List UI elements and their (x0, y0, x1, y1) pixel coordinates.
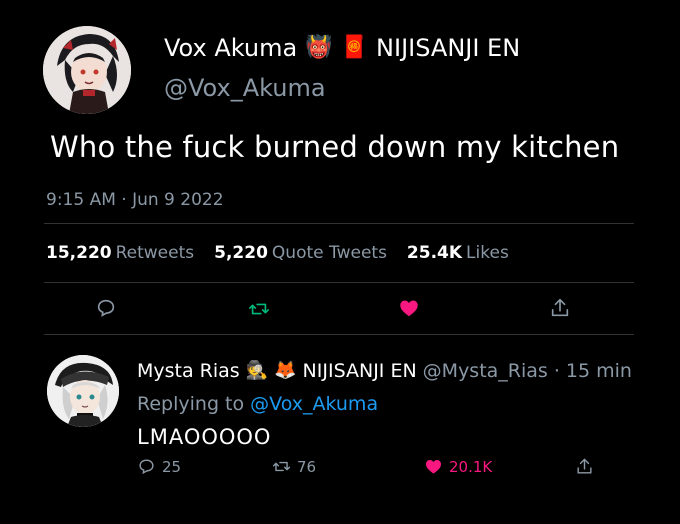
oni-mask-emoji: 👹 (305, 35, 333, 60)
replying-to-label: Replying to (137, 393, 245, 415)
like-count: 20.1K (449, 457, 493, 476)
replying-to-row: Replying to @Vox_Akuma (137, 393, 378, 415)
fox-emoji: 🦊 (274, 360, 297, 381)
reply-header: Mysta Rias 🕵 🦊 NIJISANJI EN @Mysta_Rias … (137, 360, 632, 382)
quote-tweets-count: 5,220 (214, 243, 268, 263)
avatar-vox[interactable] (43, 26, 131, 114)
user-handle[interactable]: @Vox_Akuma (164, 74, 326, 102)
reply-text: LMAOOOOO (137, 425, 272, 449)
divider (44, 223, 634, 224)
reply-like-button[interactable]: 20.1K (424, 457, 492, 476)
retweets-stat[interactable]: 15,220 Retweets (46, 243, 194, 263)
likes-stat[interactable]: 25.4K Likes (407, 243, 509, 263)
quote-tweets-label: Quote Tweets (271, 243, 387, 263)
tweet-text: Who the fuck burned down my kitchen (50, 130, 620, 164)
retweet-button[interactable] (248, 298, 270, 320)
reply-count: 25 (162, 457, 182, 476)
engagement-stats: 15,220 Retweets 5,220 Quote Tweets 25.4K Li… (46, 243, 509, 263)
retweet-count: 76 (297, 457, 317, 476)
retweet-icon (248, 298, 270, 320)
tweet-timestamp[interactable]: 9:15 AM · Jun 9 2022 (46, 190, 224, 210)
divider (44, 334, 634, 335)
separator-dot: · (553, 360, 560, 382)
likes-count: 25.4K (406, 243, 463, 263)
retweets-count: 15,220 (46, 243, 112, 263)
reply-retweet-button[interactable]: 76 (272, 457, 316, 476)
red-envelope-emoji: 🧧 (340, 35, 369, 60)
main-tweet-header: Vox Akuma 👹 🧧 NIJISANJI EN (164, 34, 520, 62)
affiliation: NIJISANJI EN (376, 34, 521, 62)
reply-display-name[interactable]: Mysta Rias (137, 360, 240, 382)
share-icon (575, 457, 594, 476)
reply-affiliation: NIJISANJI EN (302, 360, 417, 382)
like-button[interactable] (398, 297, 420, 319)
reply-share-button[interactable] (575, 457, 594, 476)
reply-time[interactable]: 15 min (566, 360, 632, 382)
reply-handle[interactable]: @Mysta_Rias (423, 360, 548, 382)
avatar-mysta[interactable] (47, 355, 119, 427)
reply-reply-button[interactable]: 25 (137, 457, 181, 476)
display-name[interactable]: Vox Akuma (164, 34, 297, 62)
likes-label: Likes (466, 243, 509, 263)
quote-tweets-stat[interactable]: 5,220 Quote Tweets (214, 243, 387, 263)
replying-to-link[interactable]: @Vox_Akuma (250, 393, 378, 415)
share-icon (549, 297, 571, 319)
comment-icon (95, 297, 117, 319)
reply-button[interactable] (95, 297, 117, 319)
heart-icon (398, 297, 420, 319)
retweet-icon (272, 457, 291, 476)
share-button[interactable] (549, 297, 571, 319)
comment-icon (137, 457, 156, 476)
divider (44, 282, 634, 283)
detective-emoji: 🕵 (245, 360, 269, 381)
heart-icon (424, 457, 443, 476)
retweets-label: Retweets (115, 243, 195, 263)
